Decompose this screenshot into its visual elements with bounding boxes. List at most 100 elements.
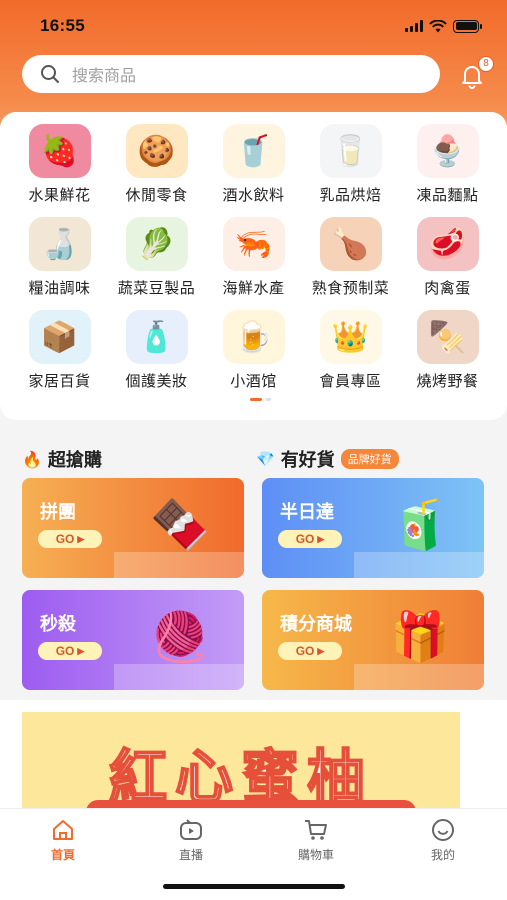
search-input[interactable]: 搜索商品: [22, 55, 440, 93]
toothpaste-icon: 🧴: [125, 310, 188, 364]
live-icon: [180, 819, 202, 840]
category-item[interactable]: 🍗 熟食预制菜: [302, 217, 399, 298]
tab-profile[interactable]: 我的: [398, 817, 488, 863]
cart-icon: [305, 820, 327, 840]
promo-title: 積分商城: [280, 614, 352, 635]
go-button[interactable]: GO ▶: [278, 642, 342, 660]
meat-icon: 🥩: [416, 217, 479, 271]
home-icon: [53, 820, 73, 840]
category-grid: 🍓 水果鮮花 🍪 休閒零食 🥤 酒水飲料 🥛 乳品烘焙 🍨 凍品麵點 🍶 糧油調味 🥬 蔬菜豆製品 🦐 海鮮水…: [0, 124, 507, 391]
tab-label: 購物車: [297, 848, 334, 862]
page-dot: [266, 398, 271, 401]
page-dot-active: [250, 398, 262, 401]
go-label: GO: [55, 532, 75, 546]
notification-badge: 8: [478, 56, 494, 72]
category-label: 酒水飲料: [222, 186, 285, 204]
wafer-snack-icon: 🍫: [150, 497, 210, 553]
category-item[interactable]: 🍪 休閒零食: [108, 124, 205, 205]
icecream-icon: 🍨: [416, 124, 479, 178]
vegetable-icon: 🥬: [125, 217, 188, 271]
home-indicator: [163, 884, 345, 889]
tab-home[interactable]: 首頁: [18, 817, 108, 863]
category-label: 個護美妝: [125, 372, 188, 390]
section-title-good-goods: 有好貨: [280, 450, 335, 471]
promo-title: 半日達: [280, 502, 334, 523]
promo-card[interactable]: 拼團 GO ▶ 🍫: [22, 478, 244, 578]
category-label: 小酒馆: [230, 372, 277, 390]
storage-box-icon: 📦: [28, 310, 91, 364]
banner-container: 紅心蜜柚: [0, 700, 507, 812]
promo-title: 秒殺: [40, 614, 76, 635]
status-bar: 16:55: [0, 0, 507, 52]
go-button[interactable]: GO ▶: [38, 642, 102, 660]
category-label: 糧油調味: [28, 279, 91, 297]
sweater-icon: 🧶: [150, 609, 210, 665]
section-title-flash-sale: 超搶購: [47, 450, 102, 471]
tab-live[interactable]: 直播: [146, 817, 236, 863]
play-arrow-icon: ▶: [317, 533, 325, 544]
promo-card[interactable]: 積分商城 GO ▶ 🎁: [262, 590, 484, 690]
category-label: 乳品烘焙: [319, 186, 382, 204]
tab-label: 直播: [178, 848, 203, 862]
promo-card[interactable]: 半日達 GO ▶ 🧃: [262, 478, 484, 578]
category-label: 蔬菜豆製品: [117, 279, 196, 297]
category-item[interactable]: 🍢 燒烤野餐: [399, 310, 496, 391]
category-label: 海鮮水產: [222, 279, 285, 297]
product-podium: [354, 664, 484, 690]
play-arrow-icon: ▶: [77, 645, 85, 656]
cooked-food-icon: 🍗: [319, 217, 382, 271]
battery-icon: [453, 19, 482, 33]
go-button[interactable]: GO ▶: [278, 530, 342, 548]
category-item[interactable]: 🍓 水果鮮花: [11, 124, 108, 205]
category-item[interactable]: 🥩 肉禽蛋: [399, 217, 496, 298]
category-card: 🍓 水果鮮花 🍪 休閒零食 🥤 酒水飲料 🥛 乳品烘焙 🍨 凍品麵點 🍶 糧油調味 🥬 蔬菜豆製品 🦐 海鮮水…: [0, 112, 507, 420]
category-item[interactable]: 🦐 海鮮水產: [205, 217, 302, 298]
promo-card[interactable]: 秒殺 GO ▶ 🧶: [22, 590, 244, 690]
snacks-icon: 🍪: [125, 124, 188, 178]
strawberry-icon: 🍓: [28, 124, 91, 178]
category-item[interactable]: 👑 會員專區: [302, 310, 399, 391]
diamond-icon: 💎: [256, 450, 275, 468]
search-row: 搜索商品 8: [22, 55, 494, 95]
dairy-icon: 🥛: [319, 124, 382, 178]
category-item[interactable]: 🍶 糧油調味: [11, 217, 108, 298]
tab-label: 首頁: [50, 848, 75, 862]
brand-tag[interactable]: 品牌好貨: [340, 449, 399, 469]
category-item[interactable]: 🍺 小酒馆: [205, 310, 302, 391]
search-placeholder: 搜索商品: [72, 66, 137, 85]
profile-icon: [432, 819, 454, 841]
tab-label: 我的: [430, 848, 455, 862]
category-label: 會員專區: [319, 372, 382, 390]
juice-icon: 🧃: [390, 497, 450, 553]
go-label: GO: [55, 644, 75, 658]
category-item[interactable]: 🧴 個護美妝: [108, 310, 205, 391]
category-label: 家居百貨: [28, 372, 91, 390]
flame-icon: 🔥: [22, 449, 42, 469]
category-label: 肉禽蛋: [424, 279, 471, 297]
seafood-icon: 🦐: [222, 217, 285, 271]
status-icons: [405, 19, 482, 33]
category-item[interactable]: 🥤 酒水飲料: [205, 124, 302, 205]
category-label: 熟食预制菜: [311, 279, 390, 297]
vip-icon: 👑: [319, 310, 382, 364]
category-item[interactable]: 🥬 蔬菜豆製品: [108, 217, 205, 298]
promo-title: 拼團: [40, 502, 76, 523]
play-arrow-icon: ▶: [317, 645, 325, 656]
gift-box-icon: 🎁: [390, 609, 450, 665]
category-label: 凍品麵點: [416, 186, 479, 204]
status-time: 16:55: [40, 16, 85, 35]
page-indicator: [250, 398, 271, 401]
play-arrow-icon: ▶: [77, 533, 85, 544]
category-item[interactable]: 🥛 乳品烘焙: [302, 124, 399, 205]
promo-banner[interactable]: 紅心蜜柚: [22, 712, 460, 812]
go-label: GO: [295, 644, 315, 658]
go-button[interactable]: GO ▶: [38, 530, 102, 548]
category-item[interactable]: 📦 家居百貨: [11, 310, 108, 391]
product-podium: [114, 664, 244, 690]
category-item[interactable]: 🍨 凍品麵點: [399, 124, 496, 205]
wifi-icon: [429, 19, 447, 32]
signal-icon: [405, 20, 423, 32]
section-flash-sale: 🔥 超搶購: [22, 446, 102, 472]
product-podium: [354, 552, 484, 578]
tab-cart[interactable]: 購物車: [271, 817, 361, 863]
